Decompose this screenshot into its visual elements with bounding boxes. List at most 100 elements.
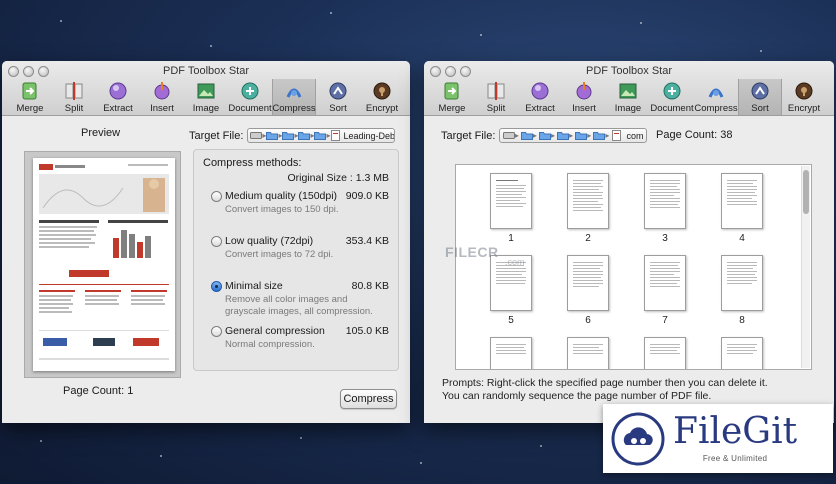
folder-icon <box>314 130 327 141</box>
page-number[interactable]: 2 <box>567 233 609 244</box>
toolbar-extract[interactable]: Extract <box>96 79 140 115</box>
toolbar-encrypt[interactable]: Encrypt <box>782 79 826 115</box>
extract-icon <box>107 80 129 102</box>
toolbar-compress[interactable]: Compress <box>694 79 738 115</box>
drive-icon <box>502 130 515 141</box>
toolbar-document[interactable]: Document <box>650 79 694 115</box>
option-minimal-size[interactable]: Minimal size 80.8 KB Remove all color im… <box>211 280 389 318</box>
radio-button[interactable] <box>211 235 222 247</box>
preview-page <box>33 158 175 371</box>
page-number[interactable]: 4 <box>721 233 763 244</box>
target-file-path[interactable]: ▸ ▸ ▸ ▸ ▸ ▸ com <box>499 128 648 143</box>
prompts-text: Prompts: Right-click the specified page … <box>442 377 768 403</box>
document-icon <box>661 80 683 102</box>
page-thumbnail[interactable] <box>567 255 609 311</box>
target-file-row: Target File: ▸ ▸ ▸ ▸ ▸ Leading-Debt <box>189 128 396 143</box>
toolbar-image[interactable]: Image <box>184 79 228 115</box>
option-description: Remove all color images and grayscale im… <box>225 294 373 317</box>
filecr-watermark-sub: .com <box>505 257 525 267</box>
radio-button[interactable] <box>211 325 222 337</box>
insert-icon <box>573 80 595 102</box>
option-size: 105.0 KB <box>345 325 389 337</box>
compress-icon <box>283 80 305 102</box>
toolbar-merge[interactable]: Merge <box>430 79 474 115</box>
compress-methods-title: Compress methods: <box>203 157 302 169</box>
page-thumbnail[interactable] <box>644 255 686 311</box>
page-thumbnail[interactable] <box>567 173 609 229</box>
option-size: 353.4 KB <box>345 235 389 247</box>
toolbar-split[interactable]: Split <box>474 79 518 115</box>
page-number[interactable]: 1 <box>490 233 532 244</box>
filegit-watermark: FileGit Free & Unlimited <box>603 404 833 473</box>
toolbar-merge[interactable]: Merge <box>8 79 52 115</box>
toolbar-insert[interactable]: Insert <box>140 79 184 115</box>
option-size: 909.0 KB <box>345 190 389 202</box>
prompt-line: You can randomly sequence the page numbe… <box>442 390 712 402</box>
page-thumbnail[interactable] <box>721 337 763 369</box>
toolbar-sort[interactable]: Sort <box>738 79 782 115</box>
page-thumbnail[interactable] <box>644 337 686 369</box>
folder-icon <box>593 130 606 141</box>
filegit-logo-icon <box>603 404 673 473</box>
page-number[interactable]: 7 <box>644 315 686 326</box>
option-medium-quality[interactable]: Medium quality (150dpi) 909.0 KB Convert… <box>211 190 389 216</box>
vertical-scrollbar[interactable] <box>801 166 810 368</box>
page-thumbnail[interactable] <box>644 173 686 229</box>
option-general-compression[interactable]: General compression 105.0 KB Normal comp… <box>211 325 389 351</box>
toolbar-split[interactable]: Split <box>52 79 96 115</box>
title-bar: PDF Toolbox Star Merge Split Extract Ins… <box>2 61 410 116</box>
page-number[interactable]: 6 <box>567 315 609 326</box>
option-label: Low quality (72dpi) <box>225 235 314 247</box>
toolbar-extract[interactable]: Extract <box>518 79 562 115</box>
sort-window: PDF Toolbox Star Merge Split Extract Ins… <box>424 61 834 423</box>
radio-button[interactable] <box>211 190 222 202</box>
scrollbar-thumb[interactable] <box>803 170 809 214</box>
toolbar-document[interactable]: Document <box>228 79 272 115</box>
toolbar-encrypt[interactable]: Encrypt <box>360 79 404 115</box>
sort-icon <box>327 80 349 102</box>
split-icon <box>63 80 85 102</box>
page-number[interactable]: 8 <box>721 315 763 326</box>
merge-icon <box>19 80 41 102</box>
page-thumbnail[interactable] <box>490 173 532 229</box>
target-file-path[interactable]: ▸ ▸ ▸ ▸ ▸ Leading-Debt <box>247 128 396 143</box>
page-count: Page Count: 1 <box>63 385 134 397</box>
image-icon <box>617 80 639 102</box>
page-thumbnail-grid[interactable]: 1 2 3 4 5 6 7 8 <box>455 164 812 370</box>
folder-icon <box>520 130 533 141</box>
encrypt-icon <box>793 80 815 102</box>
drive-icon <box>250 130 263 141</box>
radio-button-selected[interactable] <box>211 280 222 292</box>
encrypt-icon <box>371 80 393 102</box>
toolbar-image[interactable]: Image <box>606 79 650 115</box>
pdf-file-icon <box>611 130 623 141</box>
folder-icon <box>556 130 569 141</box>
original-size: Original Size : 1.3 MB <box>287 172 389 184</box>
target-file-name: com <box>626 130 644 141</box>
folder-icon <box>282 130 295 141</box>
title-bar: PDF Toolbox Star Merge Split Extract Ins… <box>424 61 834 116</box>
page-thumbnail[interactable] <box>490 337 532 369</box>
insert-icon <box>151 80 173 102</box>
image-icon <box>195 80 217 102</box>
page-number[interactable]: 3 <box>644 233 686 244</box>
page-number[interactable]: 5 <box>490 315 532 326</box>
toolbar: Merge Split Extract Insert Image Documen… <box>430 79 834 115</box>
window-title: PDF Toolbox Star <box>585 65 672 77</box>
toolbar-insert[interactable]: Insert <box>562 79 606 115</box>
folder-icon <box>538 130 551 141</box>
page-thumbnail[interactable] <box>567 337 609 369</box>
option-label: General compression <box>225 325 325 337</box>
merge-icon <box>441 80 463 102</box>
target-file-label: Target File: <box>189 129 244 142</box>
folder-icon <box>266 130 279 141</box>
toolbar-compress[interactable]: Compress <box>272 79 316 115</box>
compress-button[interactable]: Compress <box>340 389 397 409</box>
page-thumbnail[interactable] <box>721 173 763 229</box>
toolbar: Merge Split Extract Insert Image Documen… <box>8 79 410 115</box>
option-low-quality[interactable]: Low quality (72dpi) 353.4 KB Convert ima… <box>211 235 389 261</box>
toolbar-sort[interactable]: Sort <box>316 79 360 115</box>
filecr-watermark: FILECR <box>445 244 499 260</box>
page-thumbnail[interactable] <box>721 255 763 311</box>
option-description: Convert images to 72 dpi. <box>225 249 334 260</box>
